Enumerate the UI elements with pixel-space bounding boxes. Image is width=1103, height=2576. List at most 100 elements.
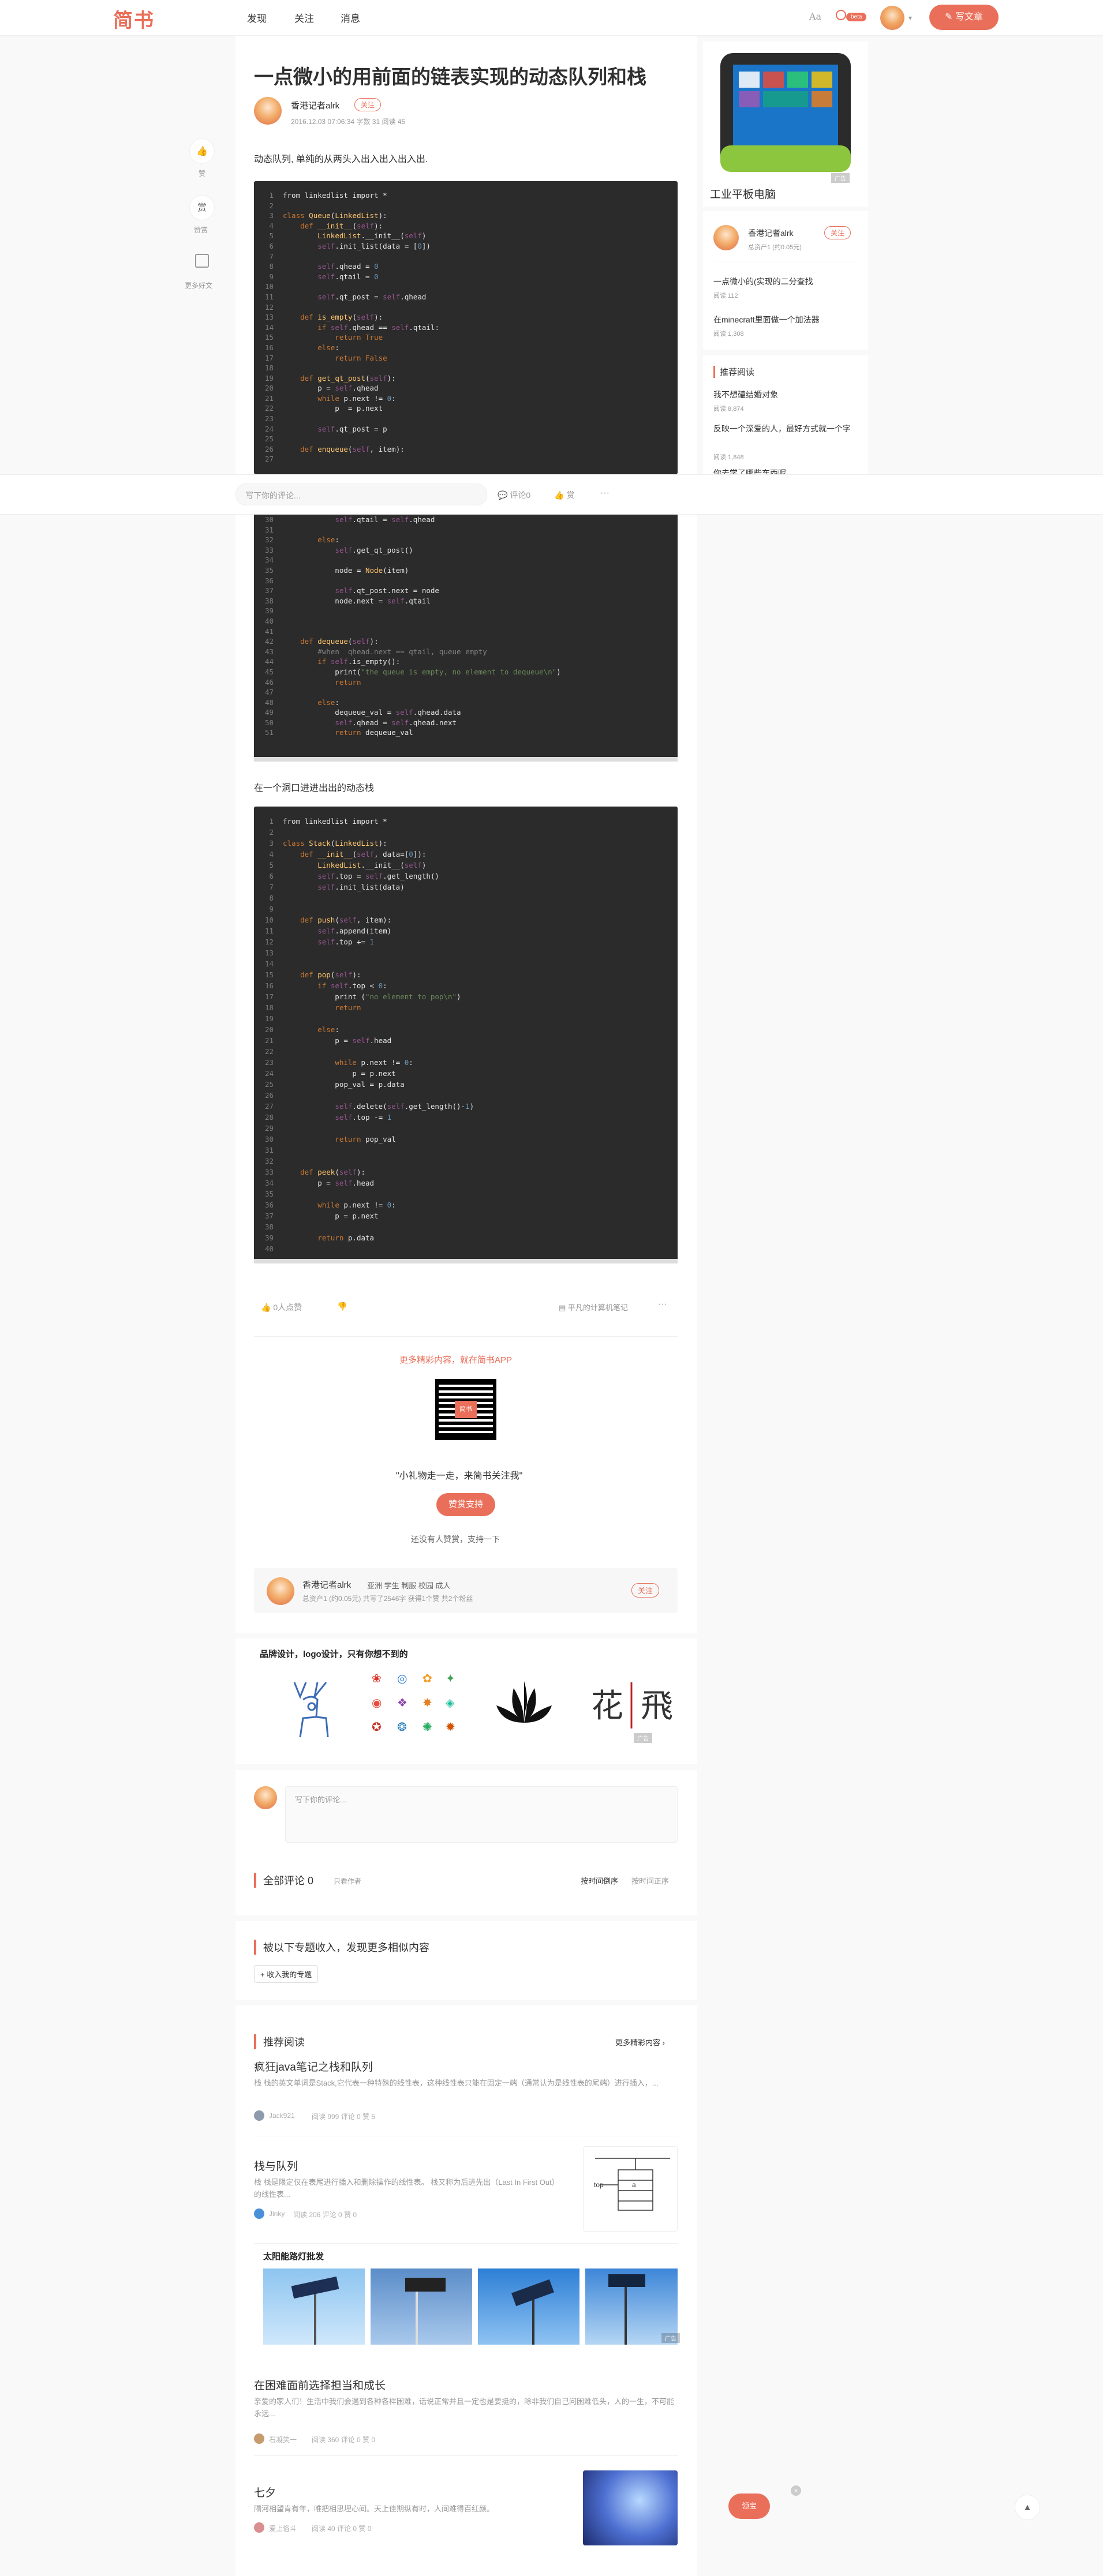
line-number: 17 bbox=[264, 992, 274, 1001]
side-follow-button[interactable]: 关注 bbox=[824, 226, 851, 239]
line-number: 2 bbox=[269, 201, 274, 210]
code-text: from linkedlist import * class Queue(Lin… bbox=[283, 191, 439, 453]
reward-icon[interactable]: 赏 bbox=[189, 195, 215, 220]
author-card-follow[interactable]: 关注 bbox=[631, 1583, 660, 1598]
only-author-filter[interactable]: 只看作者 bbox=[334, 1876, 361, 1886]
rec-author[interactable]: 爱上俗斗 bbox=[269, 2523, 297, 2533]
floating-reward-badge[interactable]: 领宝 bbox=[728, 2493, 770, 2519]
reward-slogan: "小礼物走一走，来简书关注我" bbox=[396, 1471, 523, 1481]
thumb-up-icon: 👍 bbox=[554, 490, 567, 500]
thumb-down-icon[interactable]: 👎 bbox=[337, 1302, 347, 1311]
deer-logo-image bbox=[260, 1665, 361, 1746]
line-number: 14 bbox=[264, 959, 274, 968]
side-rec-3[interactable]: 你去学了哪些东西呢 bbox=[713, 467, 786, 474]
sort-desc-tab[interactable]: 按时间倒序 bbox=[581, 1875, 618, 1886]
article-meta: 2016.12.03 07:06:34 字数 31 阅读 45 bbox=[291, 118, 406, 126]
write-article-button[interactable]: ✎ 写文章 bbox=[929, 5, 999, 30]
solar-lamp-image-3[interactable] bbox=[478, 2268, 579, 2345]
line-number: 41 bbox=[264, 627, 274, 636]
app-promo-text[interactable]: 更多精彩内容，就在简书APP bbox=[399, 1353, 512, 1366]
qr-logo: 简书 bbox=[455, 1401, 477, 1418]
code-scrollbar[interactable] bbox=[254, 1259, 678, 1263]
rec-title[interactable]: 七夕 bbox=[254, 2484, 276, 2500]
more-articles-label[interactable]: 更多好文 bbox=[185, 280, 212, 290]
collection-link[interactable]: ▤ 平凡的计算机笔记 bbox=[559, 1302, 628, 1313]
side-author-avatar[interactable] bbox=[713, 225, 739, 250]
fixed-comment-bar bbox=[0, 474, 1103, 515]
line-number: 2 bbox=[269, 828, 274, 837]
rec-author[interactable]: Jack921 bbox=[269, 2112, 295, 2120]
line-number: 30 bbox=[264, 1135, 274, 1143]
rec-author-avatar[interactable] bbox=[254, 2208, 264, 2219]
divider bbox=[254, 1336, 678, 1337]
more-icon[interactable]: ··· bbox=[600, 488, 610, 498]
queue-code-block-continued: 30 31 32 33 34 35 36 37 38 39 40 41 42 43 44 45 46 47 48 49… bbox=[254, 515, 678, 762]
rec-title[interactable]: 栈与队列 bbox=[254, 2158, 298, 2173]
like-reward-button[interactable]: 👍 赏 bbox=[554, 489, 574, 501]
add-to-topic-button[interactable]: + 收入我的专题 bbox=[254, 1965, 319, 1983]
follow-button[interactable]: 关注 bbox=[354, 98, 382, 111]
rec-ad-title[interactable]: 太阳能路灯批发 bbox=[263, 2250, 324, 2262]
solar-lamp-image-2[interactable] bbox=[371, 2268, 472, 2345]
rec-author-avatar[interactable] bbox=[254, 2433, 264, 2444]
svg-text:飛: 飛 bbox=[641, 1688, 673, 1725]
side-ad-caption[interactable]: 工业平板电脑 bbox=[710, 186, 776, 201]
rec-title[interactable]: 在困难面前选择担当和成长 bbox=[254, 2377, 386, 2393]
rec-author-avatar[interactable] bbox=[254, 2110, 264, 2121]
like-action[interactable]: 👍 0人点赞 bbox=[261, 1302, 302, 1313]
divider bbox=[254, 2455, 678, 2456]
user-avatar[interactable] bbox=[880, 6, 904, 30]
font-size-toggle[interactable]: Aa bbox=[809, 11, 821, 22]
rec-meta: 阅读 40 评论 0 赞 0 bbox=[312, 2525, 372, 2533]
side-author-assets: 总资产1 (约0.05元) bbox=[748, 244, 802, 251]
diamond-icon[interactable] bbox=[836, 10, 846, 20]
logo-grid-image: ❀ ◎ ✿ ✦ ◉ ❖ ✸ ◈ ✪ ❂ ✺ ✹ bbox=[364, 1665, 465, 1746]
side-article-1[interactable]: 一点微小的(实现的二分查找 bbox=[713, 276, 813, 287]
nav-message[interactable]: 消息 bbox=[341, 10, 360, 25]
author-name[interactable]: 香港记者alrk bbox=[291, 99, 339, 111]
reward-button[interactable]: 赞赏支持 bbox=[436, 1493, 495, 1516]
author-card bbox=[254, 1568, 678, 1613]
rec-author[interactable]: 石凝笑一 bbox=[269, 2435, 297, 2444]
nav-follow[interactable]: 关注 bbox=[294, 10, 314, 25]
line-number: 7 bbox=[269, 252, 274, 261]
code-scrollbar[interactable] bbox=[254, 757, 678, 762]
line-number: 8 bbox=[269, 894, 274, 902]
author-avatar[interactable] bbox=[267, 1577, 294, 1605]
sort-asc-tab[interactable]: 按时间正序 bbox=[631, 1875, 669, 1886]
side-author-name[interactable]: 香港记者alrk bbox=[748, 227, 794, 239]
more-icon[interactable]: ··· bbox=[658, 1299, 667, 1310]
rec-title[interactable]: 疯狂java笔记之栈和队列 bbox=[254, 2058, 373, 2074]
close-icon[interactable]: × bbox=[791, 2485, 801, 2496]
comment-count-button[interactable]: 💬 评论0 bbox=[498, 489, 530, 501]
stack-diagram-thumbnail[interactable]: top a bbox=[583, 2146, 678, 2232]
site-logo[interactable]: 简书 bbox=[113, 5, 155, 33]
side-article-2[interactable]: 在minecraft里面做一个加法器 bbox=[713, 314, 820, 325]
gap bbox=[235, 2000, 697, 2005]
more-recommend-link[interactable]: 更多精彩内容 › bbox=[615, 2037, 665, 2048]
divider bbox=[254, 2243, 678, 2244]
like-icon[interactable]: 👍 bbox=[189, 138, 215, 164]
qixi-illustration-thumbnail[interactable] bbox=[583, 2470, 678, 2545]
my-avatar[interactable] bbox=[254, 1786, 277, 1809]
back-to-top-icon[interactable]: ▲ bbox=[1015, 2495, 1040, 2520]
author-avatar[interactable] bbox=[254, 97, 282, 125]
chevron-down-icon[interactable]: ▾ bbox=[908, 14, 912, 22]
queue-code-block: 1 2 3 4 5 6 7 8 9 10 11 12 13 14 15 16 17 18 19 20 21 22 23 24 2… bbox=[254, 181, 678, 474]
rec-author-avatar[interactable] bbox=[254, 2522, 264, 2533]
line-number: 15 bbox=[264, 970, 274, 979]
rec-desc: 亲爱的家人们！生活中我们会遇到各种各样困难，话说正常并且一定也是要挺的，除非我们… bbox=[254, 2397, 675, 2418]
comment-textarea[interactable]: 写下你的评论... bbox=[285, 1786, 678, 1843]
line-number: 22 bbox=[264, 1047, 274, 1056]
line-number: 20 bbox=[264, 1025, 274, 1034]
side-rec-2[interactable]: 反映一个深爱的人，最好方式就一个字 bbox=[713, 422, 858, 435]
author-card-name[interactable]: 香港记者alrk bbox=[302, 1578, 351, 1591]
line-number: 39 bbox=[264, 606, 274, 616]
solar-lamp-image-1[interactable] bbox=[263, 2268, 365, 2345]
nav-discover[interactable]: 发现 bbox=[247, 10, 267, 25]
grid-icon[interactable] bbox=[195, 254, 209, 268]
rec-author[interactable]: Jinky bbox=[269, 2210, 285, 2218]
topic-heading: 被以下专题收入，发现更多相似内容 bbox=[254, 1940, 429, 1955]
side-rec-1[interactable]: 我不想磕结婚对象 bbox=[713, 389, 778, 400]
comment-input-sticky[interactable]: 写下你的评论... bbox=[235, 483, 487, 505]
